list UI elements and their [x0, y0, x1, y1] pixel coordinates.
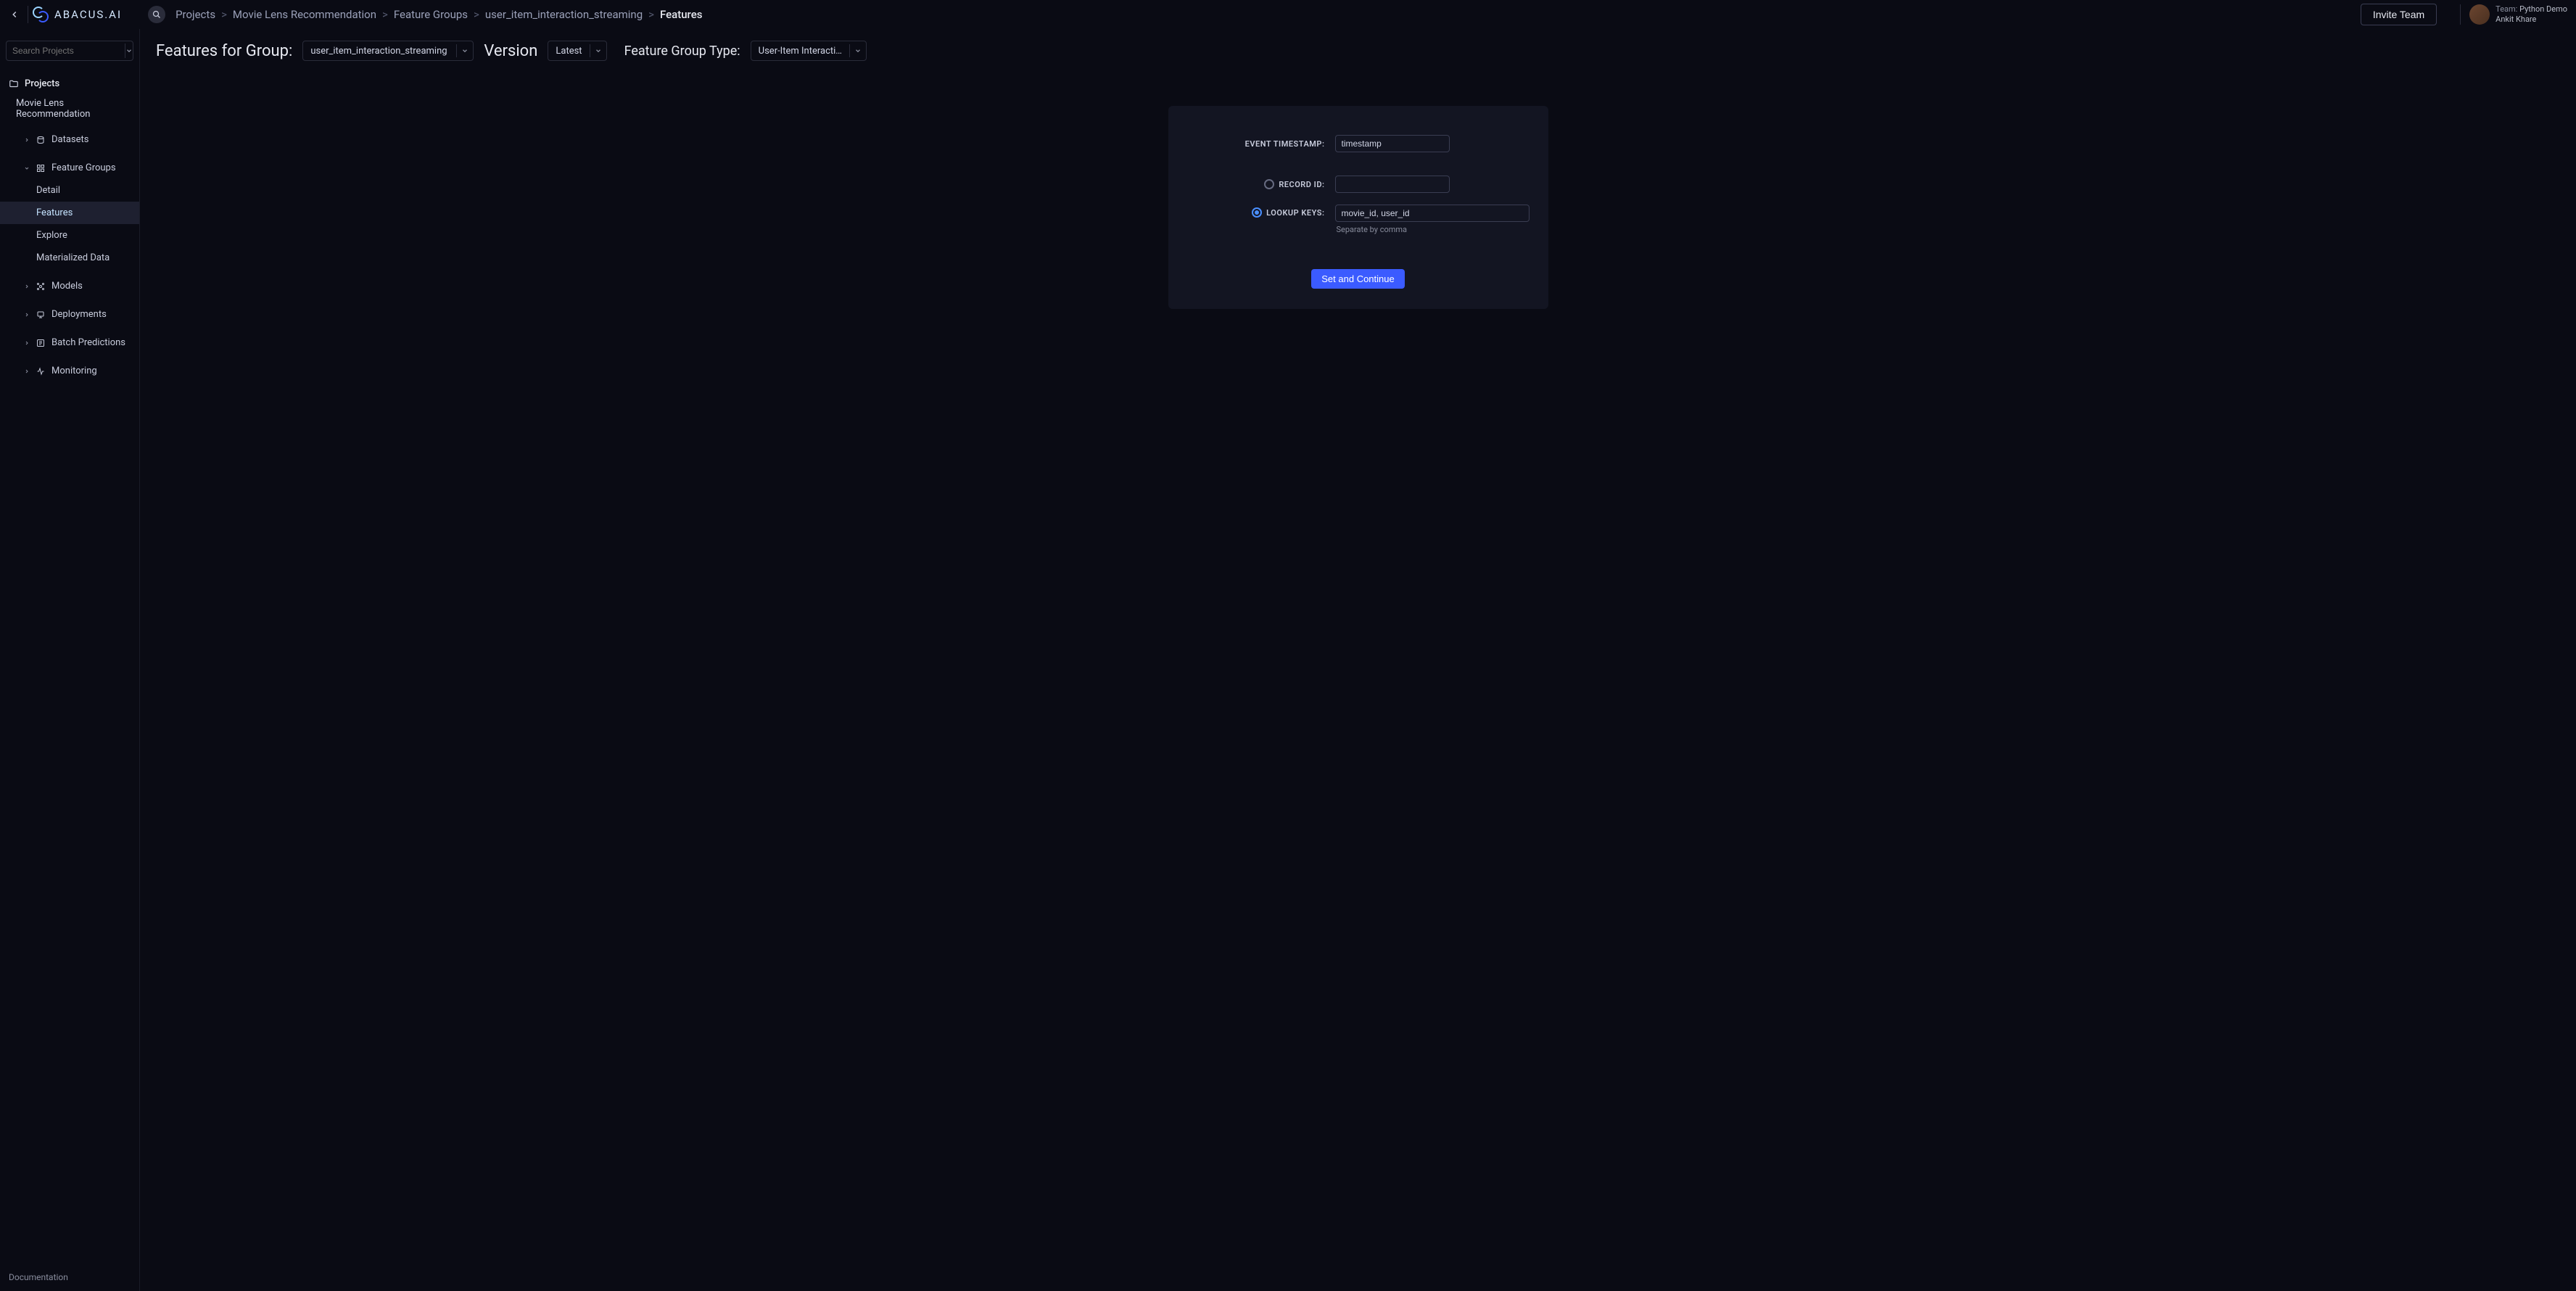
feature-groups-icon — [36, 163, 46, 173]
sidebar-item-explore[interactable]: Explore — [0, 224, 139, 247]
breadcrumb-feature-groups[interactable]: Feature Groups — [394, 8, 468, 21]
invite-team-button[interactable]: Invite Team — [2361, 4, 2437, 25]
sidebar-monitoring-label: Monitoring — [51, 366, 97, 376]
breadcrumb-separator: > — [221, 8, 227, 21]
record-id-row: RECORD ID: — [1187, 176, 1530, 193]
project-search[interactable] — [6, 41, 133, 61]
sidebar-item-detail[interactable]: Detail — [0, 179, 139, 202]
lookup-keys-radio[interactable] — [1252, 207, 1262, 218]
back-button[interactable] — [6, 6, 23, 23]
team-label: Team: — [2496, 4, 2517, 14]
sidebar-models-label: Models — [51, 281, 83, 292]
event-timestamp-input[interactable] — [1335, 135, 1450, 152]
chevron-down-icon — [456, 44, 468, 57]
version-select-value: Latest — [556, 46, 582, 57]
set-and-continue-button[interactable]: Set and Continue — [1311, 269, 1404, 289]
sidebar-documentation-link[interactable]: Documentation — [0, 1263, 139, 1291]
sidebar-item-materialized-data[interactable]: Materialized Data — [0, 247, 139, 269]
group-select-value: user_item_interaction_streaming — [310, 46, 447, 57]
streaming-config-form: EVENT TIMESTAMP: RECORD ID: LOOKUP KEYS: — [1168, 106, 1548, 309]
sidebar-item-batch-predictions[interactable]: Batch Predictions — [0, 331, 139, 354]
deployments-icon — [36, 310, 46, 320]
breadcrumb: Projects > Movie Lens Recommendation > F… — [176, 8, 702, 21]
team-name: Python Demo — [2519, 4, 2567, 14]
event-timestamp-label: EVENT TIMESTAMP: — [1245, 139, 1325, 149]
submit-row: Set and Continue — [1187, 269, 1530, 289]
group-select[interactable]: user_item_interaction_streaming — [302, 41, 474, 61]
type-select[interactable]: User-Item Interacti… — [751, 41, 867, 61]
project-search-input[interactable] — [12, 46, 125, 56]
sidebar-item-monitoring[interactable]: Monitoring — [0, 360, 139, 382]
chevron-right-icon — [24, 340, 30, 346]
sidebar-datasets-label: Datasets — [51, 134, 89, 145]
breadcrumb-project-name[interactable]: Movie Lens Recommendation — [233, 8, 376, 21]
breadcrumb-group-name[interactable]: user_item_interaction_streaming — [485, 8, 643, 21]
sidebar-item-datasets[interactable]: Datasets — [0, 128, 139, 151]
version-select[interactable]: Latest — [548, 41, 606, 61]
sidebar-project-name[interactable]: Movie Lens Recommendation — [0, 95, 139, 128]
features-for-group-label: Features for Group: — [156, 42, 292, 60]
logo[interactable]: ABACUS.AI — [33, 0, 122, 29]
lookup-keys-input[interactable] — [1335, 205, 1530, 222]
record-id-input[interactable] — [1335, 176, 1450, 193]
global-search-button[interactable] — [148, 6, 165, 23]
sidebar: Projects Movie Lens Recommendation Datas… — [0, 29, 140, 1291]
project-search-dropdown[interactable] — [125, 44, 133, 58]
divider — [2460, 4, 2461, 25]
user-avatar[interactable] — [2469, 4, 2490, 25]
chevron-right-icon — [24, 312, 30, 318]
chevron-down-icon — [590, 44, 602, 57]
content-header: Features for Group: user_item_interactio… — [140, 29, 2576, 73]
sidebar-item-deployments[interactable]: Deployments — [0, 303, 139, 326]
breadcrumb-current: Features — [660, 8, 702, 21]
logo-icon — [33, 7, 49, 22]
logo-text: ABACUS.AI — [54, 8, 122, 21]
sidebar-batch-predictions-label: Batch Predictions — [51, 337, 125, 348]
team-info: Team: Python Demo Ankit Khare — [2496, 4, 2567, 25]
sidebar-item-feature-groups[interactable]: Feature Groups — [0, 157, 139, 179]
sidebar-deployments-label: Deployments — [51, 309, 107, 320]
breadcrumb-projects[interactable]: Projects — [176, 8, 215, 21]
lookup-keys-helper: Separate by comma — [1337, 225, 1530, 234]
chevron-right-icon — [24, 368, 30, 374]
user-name: Ankit Khare — [2496, 15, 2567, 25]
folder-icon — [9, 79, 19, 89]
monitoring-icon — [36, 366, 46, 376]
sidebar-feature-groups-label: Feature Groups — [51, 162, 116, 173]
lookup-keys-row: LOOKUP KEYS: Separate by comma — [1187, 205, 1530, 234]
lookup-keys-label: LOOKUP KEYS: — [1266, 208, 1324, 218]
breadcrumb-separator: > — [382, 8, 388, 21]
datasets-icon — [36, 135, 46, 145]
sidebar-projects-header[interactable]: Projects — [0, 73, 139, 95]
batch-predictions-icon — [36, 338, 46, 348]
chevron-down-icon — [849, 44, 862, 57]
chevron-down-icon — [24, 165, 30, 171]
chevron-right-icon — [24, 284, 30, 289]
type-select-value: User-Item Interacti… — [759, 46, 842, 57]
sidebar-item-models[interactable]: Models — [0, 275, 139, 297]
breadcrumb-separator: > — [474, 8, 479, 21]
models-icon — [36, 281, 46, 292]
version-label: Version — [484, 42, 537, 60]
record-id-radio[interactable] — [1264, 179, 1274, 189]
content: Features for Group: user_item_interactio… — [140, 29, 2576, 1291]
feature-group-type-label: Feature Group Type: — [624, 44, 740, 59]
header: ABACUS.AI Projects > Movie Lens Recommen… — [0, 0, 2576, 29]
breadcrumb-separator: > — [648, 8, 654, 21]
sidebar-projects-label: Projects — [25, 78, 59, 89]
record-id-label: RECORD ID: — [1279, 180, 1324, 189]
event-timestamp-row: EVENT TIMESTAMP: — [1187, 135, 1530, 152]
chevron-right-icon — [24, 137, 30, 143]
sidebar-item-features[interactable]: Features — [0, 202, 139, 224]
